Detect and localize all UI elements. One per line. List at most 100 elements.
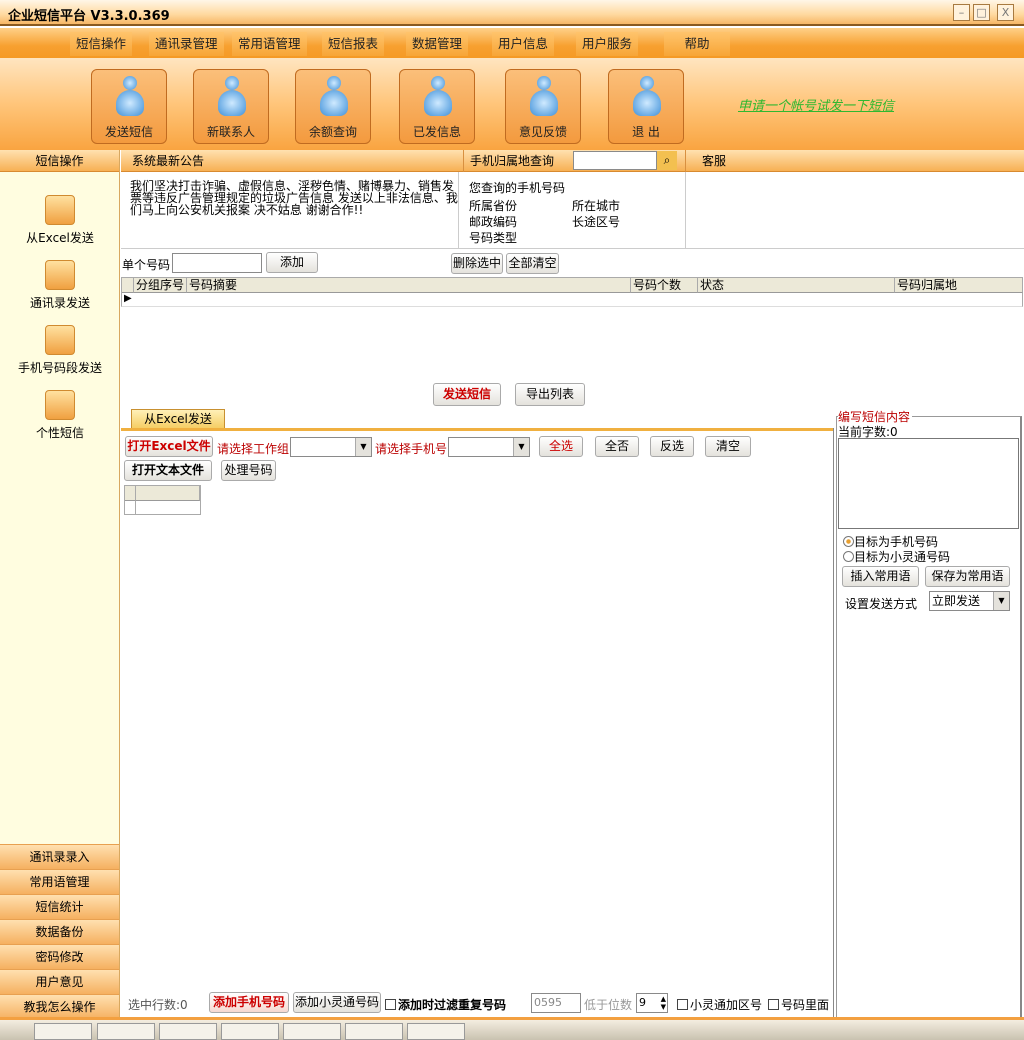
taskbar-app-4[interactable] bbox=[221, 1023, 279, 1040]
message-textarea[interactable] bbox=[838, 438, 1019, 529]
process-numbers-button[interactable]: 处理号码 bbox=[221, 460, 276, 481]
tab-excel-send[interactable]: 从Excel发送 bbox=[131, 409, 225, 429]
row-pointer-icon: ▶ bbox=[124, 293, 132, 304]
sidebar-password[interactable]: 密码修改 bbox=[0, 944, 119, 969]
taskbar-app-3[interactable] bbox=[159, 1023, 217, 1040]
sidebar-feedback[interactable]: 用户意见 bbox=[0, 969, 119, 994]
window-title: 企业短信平台 V3.3.0.369 bbox=[8, 9, 170, 24]
service-header: 客服 bbox=[702, 154, 727, 168]
lookup-input[interactable] bbox=[573, 151, 657, 170]
clear-button[interactable]: 清空 bbox=[705, 436, 751, 457]
area-code-input[interactable]: 0595 bbox=[531, 993, 581, 1013]
insert-phrase-button[interactable]: 插入常用语 bbox=[842, 566, 919, 587]
group-label: 请选择工作组 bbox=[217, 442, 290, 456]
col-summary[interactable]: 号码摘要 bbox=[187, 278, 631, 293]
sidebar-backup[interactable]: 数据备份 bbox=[0, 919, 119, 944]
trial-account-link[interactable]: 申请一个帐号试发一下短信 bbox=[738, 95, 894, 114]
taskbar-app-5[interactable] bbox=[283, 1023, 341, 1040]
group-select[interactable]: ▼ bbox=[290, 437, 372, 457]
send-sms-button[interactable]: 发送短信 bbox=[91, 69, 167, 144]
sidebar-contact-entry[interactable]: 通讯录录入 bbox=[0, 844, 119, 869]
save-phrase-button[interactable]: 保存为常用语 bbox=[925, 566, 1010, 587]
invert-button[interactable]: 反选 bbox=[650, 436, 694, 457]
delete-selected-button[interactable]: 删除选中 bbox=[451, 253, 503, 274]
lookup-type: 号码类型 bbox=[469, 231, 518, 245]
search-user-icon bbox=[318, 76, 350, 120]
pencil-user-icon bbox=[528, 76, 560, 120]
col-status[interactable]: 状态 bbox=[698, 278, 895, 293]
close-button[interactable]: X bbox=[997, 4, 1014, 21]
sidebar-tutorial[interactable]: 教我怎么操作 bbox=[0, 994, 119, 1019]
sidebar: 短信操作 从Excel发送 通讯录发送 手机号码段发送 个性短信 通讯录录入 常… bbox=[0, 150, 120, 1020]
number-grid[interactable]: 分组序号 号码摘要 号码个数 状态 号码归属地 ▶ bbox=[121, 277, 1023, 307]
col-group[interactable]: 分组序号 bbox=[134, 278, 187, 293]
taskbar-app-2[interactable] bbox=[97, 1023, 155, 1040]
taskbar-app-7[interactable] bbox=[407, 1023, 465, 1040]
add-contact-icon bbox=[216, 76, 248, 120]
export-list-button[interactable]: 导出列表 bbox=[515, 383, 585, 406]
phone-select[interactable]: ▼ bbox=[448, 437, 530, 457]
target-phs-radio[interactable]: 目标为小灵通号码 bbox=[843, 548, 950, 565]
new-contact-button[interactable]: 新联系人 bbox=[193, 69, 269, 144]
phs-area-checkbox[interactable]: 小灵通加区号 bbox=[677, 996, 762, 1013]
maximize-button[interactable]: □ bbox=[973, 4, 990, 21]
menu-help[interactable]: 帮助 bbox=[664, 32, 730, 56]
info-header: 系统最新公告 手机归属地查询 ⌕ 客服 bbox=[121, 150, 1024, 172]
open-excel-button[interactable]: 打开Excel文件 bbox=[125, 436, 213, 457]
contacts-icon bbox=[45, 260, 75, 290]
excel-grid[interactable] bbox=[124, 485, 201, 515]
menu-bar: 短信操作 通讯录管理 常用语管理 短信报表 数据管理 用户信息 用户服务 帮助 bbox=[0, 28, 1024, 58]
digits-label: 低于位数 bbox=[584, 998, 633, 1012]
send-mode-select[interactable]: 立即发送 ▼ bbox=[929, 591, 1010, 611]
minimize-button[interactable]: – bbox=[953, 4, 970, 21]
balance-query-button[interactable]: 余额查询 bbox=[295, 69, 371, 144]
inside-number-checkbox[interactable]: 号码里面 bbox=[768, 996, 829, 1013]
lookup-postcode: 邮政编码 bbox=[469, 215, 518, 229]
chevron-down-icon: ▼ bbox=[993, 592, 1009, 610]
sidebar-stats[interactable]: 短信统计 bbox=[0, 894, 119, 919]
menu-contacts[interactable]: 通讯录管理 bbox=[149, 32, 224, 56]
digits-stepper[interactable]: 9 ▲ ▼ bbox=[636, 993, 668, 1013]
lookup-province: 所属省份 bbox=[469, 199, 518, 213]
stepper-icon[interactable]: ▲ ▼ bbox=[661, 995, 666, 1011]
send-sms-action-button[interactable]: 发送短信 bbox=[433, 383, 501, 406]
excel-icon bbox=[45, 195, 75, 225]
feedback-button[interactable]: 意见反馈 bbox=[505, 69, 581, 144]
add-mobile-button[interactable]: 添加手机号码 bbox=[209, 992, 289, 1013]
single-number-input[interactable] bbox=[172, 253, 262, 273]
filter-duplicates-checkbox[interactable]: 添加时过滤重复号码 bbox=[385, 996, 506, 1013]
sent-messages-button[interactable]: 已发信息 bbox=[399, 69, 475, 144]
col-count[interactable]: 号码个数 bbox=[631, 278, 698, 293]
menu-user-service[interactable]: 用户服务 bbox=[576, 32, 639, 56]
sidebar-item-personal[interactable]: 个性短信 bbox=[0, 390, 120, 441]
add-phs-button[interactable]: 添加小灵通号码 bbox=[293, 992, 381, 1013]
menu-data[interactable]: 数据管理 bbox=[406, 32, 469, 56]
sidebar-header: 短信操作 bbox=[0, 150, 119, 172]
menu-phrases[interactable]: 常用语管理 bbox=[232, 32, 307, 56]
add-button[interactable]: 添加 bbox=[266, 252, 318, 273]
sidebar-item-contacts[interactable]: 通讯录发送 bbox=[0, 260, 120, 311]
lookup-header: 手机归属地查询 bbox=[470, 154, 555, 168]
sidebar-phrases[interactable]: 常用语管理 bbox=[0, 869, 119, 894]
selected-rows: 选中行数:0 bbox=[128, 998, 188, 1012]
menu-user-info[interactable]: 用户信息 bbox=[492, 32, 555, 56]
lookup-areacode: 长途区号 bbox=[572, 215, 621, 229]
exit-button[interactable]: 退 出 bbox=[608, 69, 684, 144]
search-icon[interactable]: ⌕ bbox=[657, 151, 677, 170]
menu-sms[interactable]: 短信操作 bbox=[70, 32, 133, 56]
select-none-button[interactable]: 全否 bbox=[595, 436, 639, 457]
phone-icon bbox=[45, 325, 75, 355]
select-all-button[interactable]: 全选 bbox=[539, 436, 583, 457]
person-icon bbox=[45, 390, 75, 420]
col-location[interactable]: 号码归属地 bbox=[895, 278, 1023, 293]
open-text-button[interactable]: 打开文本文件 bbox=[124, 460, 212, 481]
sidebar-item-excel[interactable]: 从Excel发送 bbox=[0, 195, 120, 246]
menu-reports[interactable]: 短信报表 bbox=[322, 32, 385, 56]
chat-bubble-icon bbox=[422, 76, 454, 120]
clear-all-button[interactable]: 全部清空 bbox=[506, 253, 559, 274]
taskbar-app-1[interactable] bbox=[34, 1023, 92, 1040]
notice-header: 系统最新公告 bbox=[132, 154, 205, 168]
taskbar-app-6[interactable] bbox=[345, 1023, 403, 1040]
title-bar: 企业短信平台 V3.3.0.369 – □ X bbox=[0, 0, 1024, 26]
sidebar-item-segment[interactable]: 手机号码段发送 bbox=[0, 325, 120, 376]
